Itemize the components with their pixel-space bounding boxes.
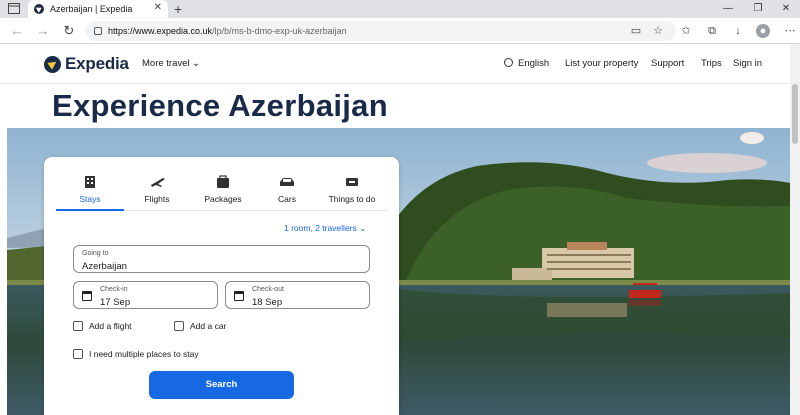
tab-things-to-do-label: Things to do <box>328 194 376 204</box>
favorite-star-icon[interactable]: ☆ <box>650 23 666 39</box>
going-to-field[interactable]: Going to Azerbaijan <box>73 245 370 273</box>
browser-tab-bar: Azerbaijan | Expedia ✕ + — ❐ ✕ <box>0 0 800 18</box>
logo-text: Expedia <box>65 54 129 73</box>
going-to-label: Going to <box>82 250 109 257</box>
address-bar[interactable]: https://www.expedia.co.uk/lp/b/ms-b-dmo-… <box>86 21 676 41</box>
browser-toolbar: ← → ↻ https://www.expedia.co.uk/lp/b/ms-… <box>0 18 800 44</box>
profile-avatar[interactable]: ● <box>756 24 770 38</box>
new-tab-button[interactable]: + <box>174 0 182 18</box>
tab-actions-icon[interactable] <box>8 3 20 14</box>
more-options-icon[interactable]: ⋯ <box>782 23 798 39</box>
going-to-value: Azerbaijan <box>82 261 127 272</box>
url-path: /lp/b/ms-b-dmo-exp-uk-azerbaijan <box>212 26 347 36</box>
browser-tab[interactable]: Azerbaijan | Expedia ✕ <box>28 0 168 18</box>
forward-arrow-icon[interactable]: → <box>34 22 52 40</box>
tab-packages[interactable]: Packages <box>190 169 256 211</box>
more-travel-label: More travel <box>142 58 190 69</box>
plane-icon <box>151 178 165 187</box>
add-car-checkbox[interactable]: Add a car <box>174 321 226 331</box>
package-icon <box>217 175 229 188</box>
car-icon <box>280 178 294 186</box>
minimize-button[interactable]: — <box>714 0 742 18</box>
browser-tab-title: Azerbaijan | Expedia <box>50 4 133 14</box>
sign-in-link[interactable]: Sign in <box>733 58 762 69</box>
list-your-property-link[interactable]: List your property <box>565 58 638 69</box>
url-host: https://www.expedia.co.uk <box>108 26 213 36</box>
globe-icon <box>504 58 513 67</box>
check-out-value: 18 Sep <box>252 297 283 308</box>
travellers-selector[interactable]: 1 room, 2 travellers ⌄ <box>284 223 366 234</box>
tab-close-icon[interactable]: ✕ <box>154 2 162 13</box>
check-in-field[interactable]: Check-in 17 Sep <box>73 281 218 309</box>
ticket-icon <box>346 178 358 186</box>
expedia-favicon-icon <box>34 4 44 14</box>
site-header: Expedia More travel ⌄ English List your … <box>0 44 800 84</box>
downloads-icon[interactable]: ↓ <box>730 23 746 39</box>
tab-stays-label: Stays <box>79 194 101 204</box>
add-car-label: Add a car <box>190 321 227 331</box>
tab-flights[interactable]: Flights <box>124 169 190 211</box>
calendar-icon <box>234 291 244 301</box>
check-out-label: Check-out <box>252 286 284 293</box>
language-label: English <box>518 58 550 69</box>
multiple-places-checkbox[interactable]: I need multiple places to stay <box>73 349 199 359</box>
check-out-field[interactable]: Check-out 18 Sep <box>225 281 370 309</box>
maximize-button[interactable]: ❐ <box>744 0 772 18</box>
checkbox-box[interactable] <box>73 321 83 331</box>
trips-link[interactable]: Trips <box>701 58 722 69</box>
calendar-icon <box>82 291 92 301</box>
add-flight-checkbox[interactable]: Add a flight <box>73 321 132 331</box>
chevron-down-icon: ⌄ <box>359 223 367 233</box>
window-close-button[interactable]: ✕ <box>772 0 800 18</box>
check-in-label: Check-in <box>100 286 128 293</box>
check-in-value: 17 Sep <box>100 297 131 308</box>
tab-things-to-do[interactable]: Things to do <box>318 169 386 211</box>
page-title: Experience Azerbaijan <box>52 88 388 123</box>
search-card: Stays Flights Packages Cars Things to do… <box>44 157 399 415</box>
building-icon <box>85 176 95 188</box>
tab-packages-label: Packages <box>204 194 242 204</box>
collections-icon[interactable]: ⧉ <box>704 23 720 39</box>
add-flight-label: Add a flight <box>89 321 132 331</box>
scrollbar-thumb[interactable] <box>792 84 798 144</box>
search-button[interactable]: Search <box>149 371 294 399</box>
back-arrow-icon[interactable]: ← <box>8 22 26 40</box>
tab-cars[interactable]: Cars <box>256 169 318 211</box>
multiple-places-label: I need multiple places to stay <box>89 349 199 359</box>
refresh-icon[interactable]: ↻ <box>60 22 78 40</box>
checkbox-box[interactable] <box>174 321 184 331</box>
checkbox-box[interactable] <box>73 349 83 359</box>
tab-stays[interactable]: Stays <box>56 169 124 211</box>
reader-view-icon[interactable]: ▭ <box>628 23 644 39</box>
expedia-logo-icon <box>44 55 61 73</box>
search-tabs: Stays Flights Packages Cars Things to do <box>56 169 386 211</box>
more-travel-menu[interactable]: More travel ⌄ <box>142 58 200 69</box>
language-selector[interactable]: English <box>504 58 549 69</box>
tab-cars-label: Cars <box>278 194 296 204</box>
travellers-label: 1 room, 2 travellers <box>284 223 357 233</box>
expedia-logo[interactable]: Expedia <box>44 54 129 74</box>
favorites-list-icon[interactable]: ✩ <box>678 23 694 39</box>
lock-icon <box>94 27 102 35</box>
chevron-down-icon: ⌄ <box>192 58 201 69</box>
support-link[interactable]: Support <box>651 58 684 69</box>
tab-flights-label: Flights <box>144 194 170 204</box>
